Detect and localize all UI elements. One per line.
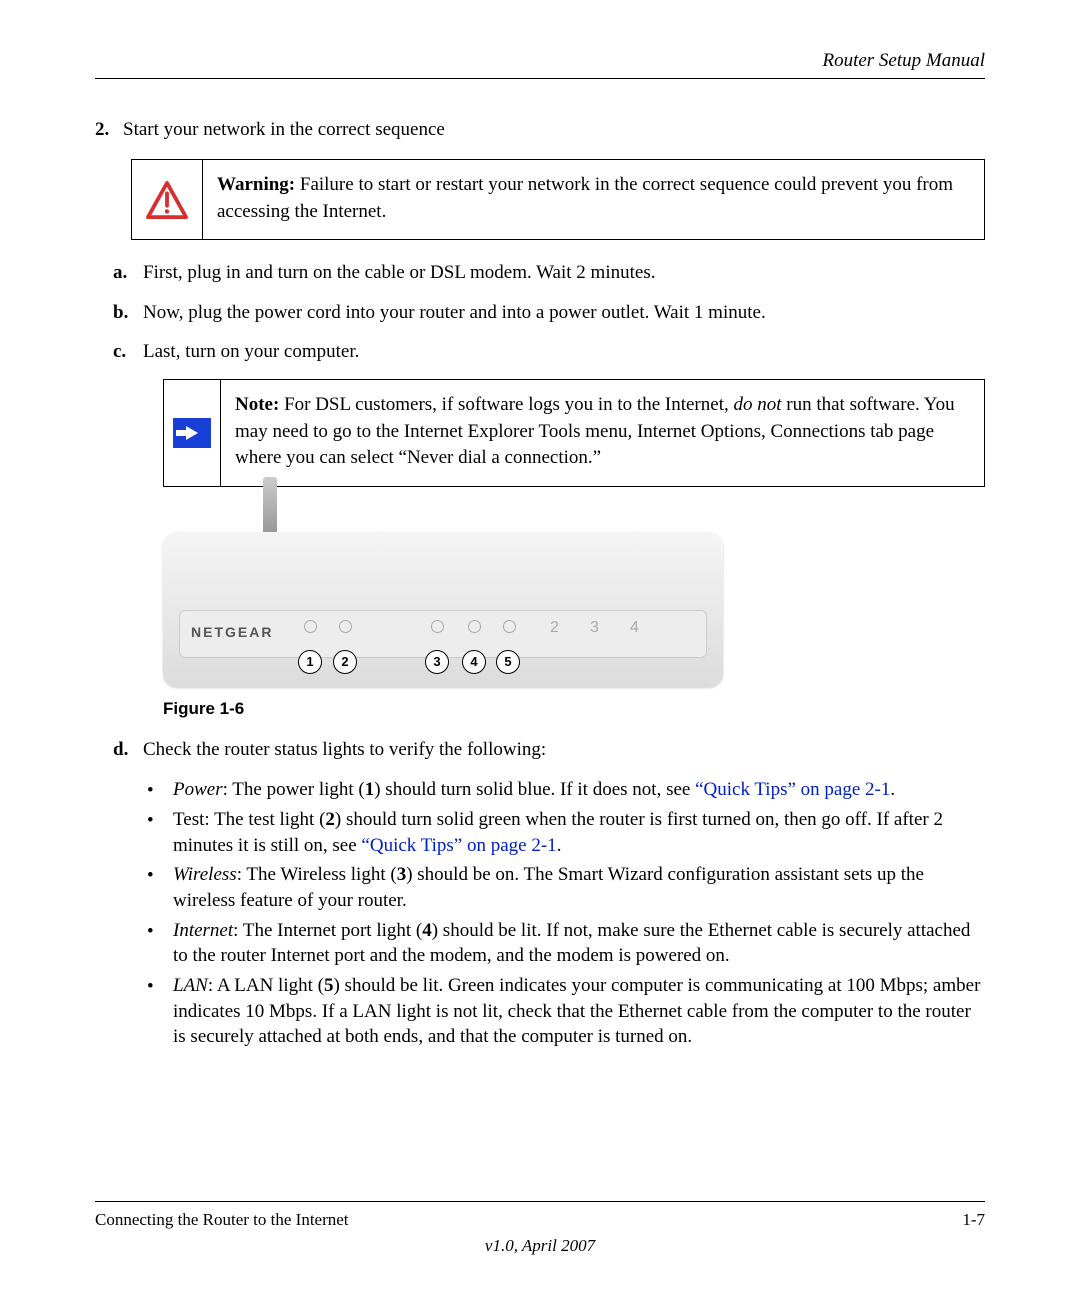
note-arrow-icon: [173, 418, 211, 448]
bullet-em: Wireless: [173, 864, 237, 885]
led-wireless: [431, 620, 444, 633]
note-em: do not: [733, 394, 781, 415]
note-label: Note:: [235, 394, 279, 415]
substep-c: c. Last, turn on your computer.: [113, 339, 985, 365]
substep-a: a. First, plug in and turn on the cable …: [113, 260, 985, 286]
lan-num: 4: [630, 619, 639, 637]
warning-triangle-icon: [146, 181, 188, 219]
substep-letter: c.: [113, 339, 143, 365]
led-lan1: [503, 620, 516, 633]
lan-num: 2: [550, 619, 559, 637]
figure-block: NETGEAR 2 3 4 1 2 3 4 5 Figure 1-6: [163, 532, 985, 719]
warning-box: Warning: Failure to start or restart you…: [131, 159, 985, 240]
bullet-power: • Power: The power light (1) should turn…: [147, 777, 985, 804]
router-image: NETGEAR 2 3 4 1 2 3 4 5: [163, 532, 723, 687]
substep-text: First, plug in and turn on the cable or …: [143, 260, 655, 286]
led-power: [304, 620, 317, 633]
link-quick-tips[interactable]: “Quick Tips” on page 2-1: [361, 835, 556, 856]
bullet-em: LAN: [173, 975, 208, 996]
step-2: 2. Start your network in the correct seq…: [95, 119, 985, 141]
footer-section: Connecting the Router to the Internet: [95, 1210, 349, 1230]
bullet-em: Internet: [173, 920, 233, 941]
note-line1: For DSL customers, if software logs you …: [279, 394, 733, 415]
note-box: Note: For DSL customers, if software log…: [163, 379, 985, 487]
substep-text: Now, plug the power cord into your route…: [143, 300, 766, 326]
warning-text: Warning: Failure to start or restart you…: [203, 160, 984, 239]
substep-text: Last, turn on your computer.: [143, 339, 359, 365]
led-test: [339, 620, 352, 633]
router-brand-label: NETGEAR: [191, 624, 273, 640]
figure-callout: 2: [333, 650, 357, 674]
substep-d: d. Check the router status lights to ver…: [113, 737, 985, 763]
step-number: 2.: [95, 119, 123, 141]
note-icon-cell: [164, 380, 221, 486]
bullet-wireless: • Wireless: The Wireless light (3) shoul…: [147, 862, 985, 913]
bullet-marker: •: [147, 777, 173, 804]
figure-caption: Figure 1-6: [163, 699, 985, 719]
substep-letter: d.: [113, 737, 143, 763]
bullet-marker: •: [147, 862, 173, 913]
figure-callout: 1: [298, 650, 322, 674]
led-internet: [468, 620, 481, 633]
bullet-em: Power: [173, 779, 223, 800]
bullet-marker: •: [147, 807, 173, 858]
substep-b: b. Now, plug the power cord into your ro…: [113, 300, 985, 326]
figure-callout: 4: [462, 650, 486, 674]
header-title: Router Setup Manual: [95, 50, 985, 72]
bullet-marker: •: [147, 973, 173, 1050]
link-quick-tips[interactable]: “Quick Tips” on page 2-1: [695, 779, 890, 800]
footer-page: 1-7: [962, 1210, 985, 1230]
substep-text: Check the router status lights to verify…: [143, 737, 546, 763]
footer-rule: [95, 1201, 985, 1202]
substep-letter: b.: [113, 300, 143, 326]
router-antenna: [263, 477, 277, 532]
footer: Connecting the Router to the Internet 1-…: [95, 1201, 985, 1256]
warning-body: Failure to start or restart your network…: [217, 174, 953, 222]
substep-letter: a.: [113, 260, 143, 286]
bullet-lan: • LAN: A LAN light (5) should be lit. Gr…: [147, 973, 985, 1050]
note-text: Note: For DSL customers, if software log…: [221, 380, 984, 486]
bullet-internet: • Internet: The Internet port light (4) …: [147, 918, 985, 969]
figure-callout: 3: [425, 650, 449, 674]
lan-num: 3: [590, 619, 599, 637]
footer-version: v1.0, April 2007: [95, 1236, 985, 1256]
warning-icon-cell: [132, 160, 203, 239]
figure-callout: 5: [496, 650, 520, 674]
step-text: Start your network in the correct sequen…: [123, 119, 985, 141]
bullet-marker: •: [147, 918, 173, 969]
header-rule: [95, 78, 985, 79]
bullet-test: • Test: The test light (2) should turn s…: [147, 807, 985, 858]
warning-label: Warning:: [217, 174, 295, 195]
